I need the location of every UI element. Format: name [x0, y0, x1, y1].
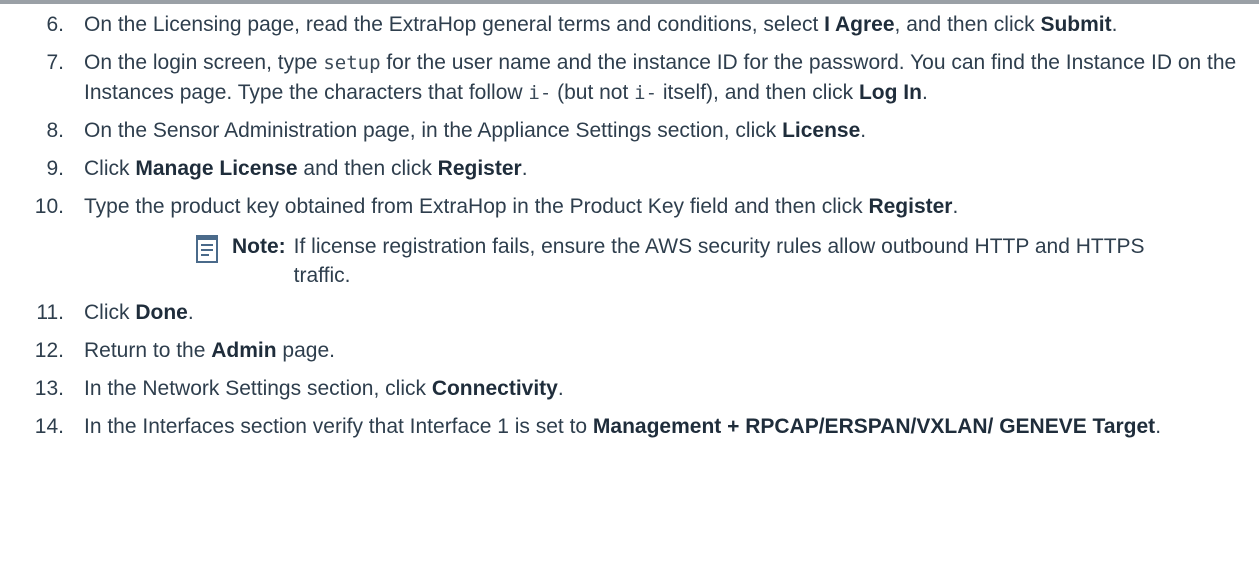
code-literal: setup [323, 52, 381, 74]
step-text-segment: . [187, 301, 194, 324]
note-text: If license registration fails, ensure th… [293, 235, 1145, 287]
step-text-segment: . [1111, 13, 1118, 36]
step-text-segment: Click [84, 301, 136, 324]
step-text-segment: On the Sensor Administration page, in th… [84, 119, 783, 142]
code-literal: i- [528, 82, 552, 104]
ui-element-reference: Admin [211, 339, 277, 362]
step-text: Return to the Admin page. [84, 339, 335, 362]
step-item: 13. In the Network Settings section, clic… [0, 374, 1259, 404]
ui-element-reference: Submit [1040, 13, 1112, 36]
step-number: 12. [34, 339, 64, 362]
step-number: 6. [46, 13, 64, 36]
step-text: Type the product key obtained from Extra… [84, 195, 958, 218]
step-number: 7. [46, 51, 64, 74]
note-document-icon [196, 235, 218, 263]
step-item: 9. Click Manage License and then click Re… [0, 154, 1259, 184]
step-text-segment: . [860, 119, 867, 142]
step-text: Click Manage License and then click Regi… [84, 157, 528, 180]
step-text-segment: . [952, 195, 959, 218]
ui-element-reference: License [782, 119, 861, 142]
ui-element-reference: Register [437, 157, 522, 180]
top-divider [0, 0, 1259, 4]
step-text: In the Network Settings section, click C… [84, 377, 564, 400]
step-item: 6. On the Licensing page, read the ExtraH… [0, 10, 1259, 40]
step-text-segment: Type the product key obtained from Extra… [84, 195, 869, 218]
ui-element-reference: I Agree [824, 13, 895, 36]
note-label: Note: [232, 235, 286, 258]
step-text-segment: . [1155, 415, 1162, 438]
step-item: 8. On the Sensor Administration page, in … [0, 116, 1259, 146]
note-callout: Note: If license registration fails, ensu… [196, 232, 1239, 290]
step-number: 10. [34, 195, 64, 218]
step-text: In the Interfaces section verify that In… [84, 415, 1161, 438]
ui-element-reference: Register [868, 195, 953, 218]
step-text-segment: Click [84, 157, 136, 180]
step-text-segment: itself), and then click [657, 81, 859, 104]
ui-element-reference: Done [135, 301, 188, 324]
step-text-segment: On the Licensing page, read the ExtraHop… [84, 13, 825, 36]
step-text-segment: Return to the [84, 339, 212, 362]
procedure-steps-list: 6. On the Licensing page, read the ExtraH… [0, 10, 1259, 450]
step-text-segment: . [521, 157, 528, 180]
step-item: 7. On the login screen, type setup for th… [0, 48, 1259, 108]
code-literal: i- [634, 82, 658, 104]
step-item: 14. In the Interfaces section verify that… [0, 412, 1259, 442]
step-text: Click Done. [84, 301, 194, 324]
step-text: On the Sensor Administration page, in th… [84, 119, 866, 142]
step-item: 11. Click Done. [0, 298, 1259, 328]
step-text: On the Licensing page, read the ExtraHop… [84, 13, 1117, 36]
step-text-segment: page. [276, 339, 335, 362]
ui-element-reference: Manage License [135, 157, 298, 180]
step-text-segment: In the Interfaces section verify that In… [84, 415, 593, 438]
step-text-segment: , and then click [894, 13, 1041, 36]
step-number: 13. [34, 377, 64, 400]
step-item: 12. Return to the Admin page. [0, 336, 1259, 366]
step-text-segment: and then click [297, 157, 438, 180]
step-text-segment: In the Network Settings section, click [84, 377, 432, 400]
step-text-segment: (but not [551, 81, 635, 104]
step-number: 9. [46, 157, 64, 180]
ui-element-reference: Connectivity [431, 377, 558, 400]
step-text: On the login screen, type setup for the … [84, 51, 1236, 104]
step-number: 8. [46, 119, 64, 142]
ui-element-reference: Management + RPCAP/ERSPAN/VXLAN/ GENEVE … [592, 415, 1156, 438]
step-number: 11. [36, 301, 64, 324]
step-text-segment: . [557, 377, 564, 400]
step-number: 14. [34, 415, 64, 438]
step-text-segment: On the login screen, type [84, 51, 324, 74]
step-text-segment: . [921, 81, 928, 104]
ui-element-reference: Log In [858, 81, 922, 104]
step-item: 10. Type the product key obtained from Ex… [0, 192, 1259, 290]
